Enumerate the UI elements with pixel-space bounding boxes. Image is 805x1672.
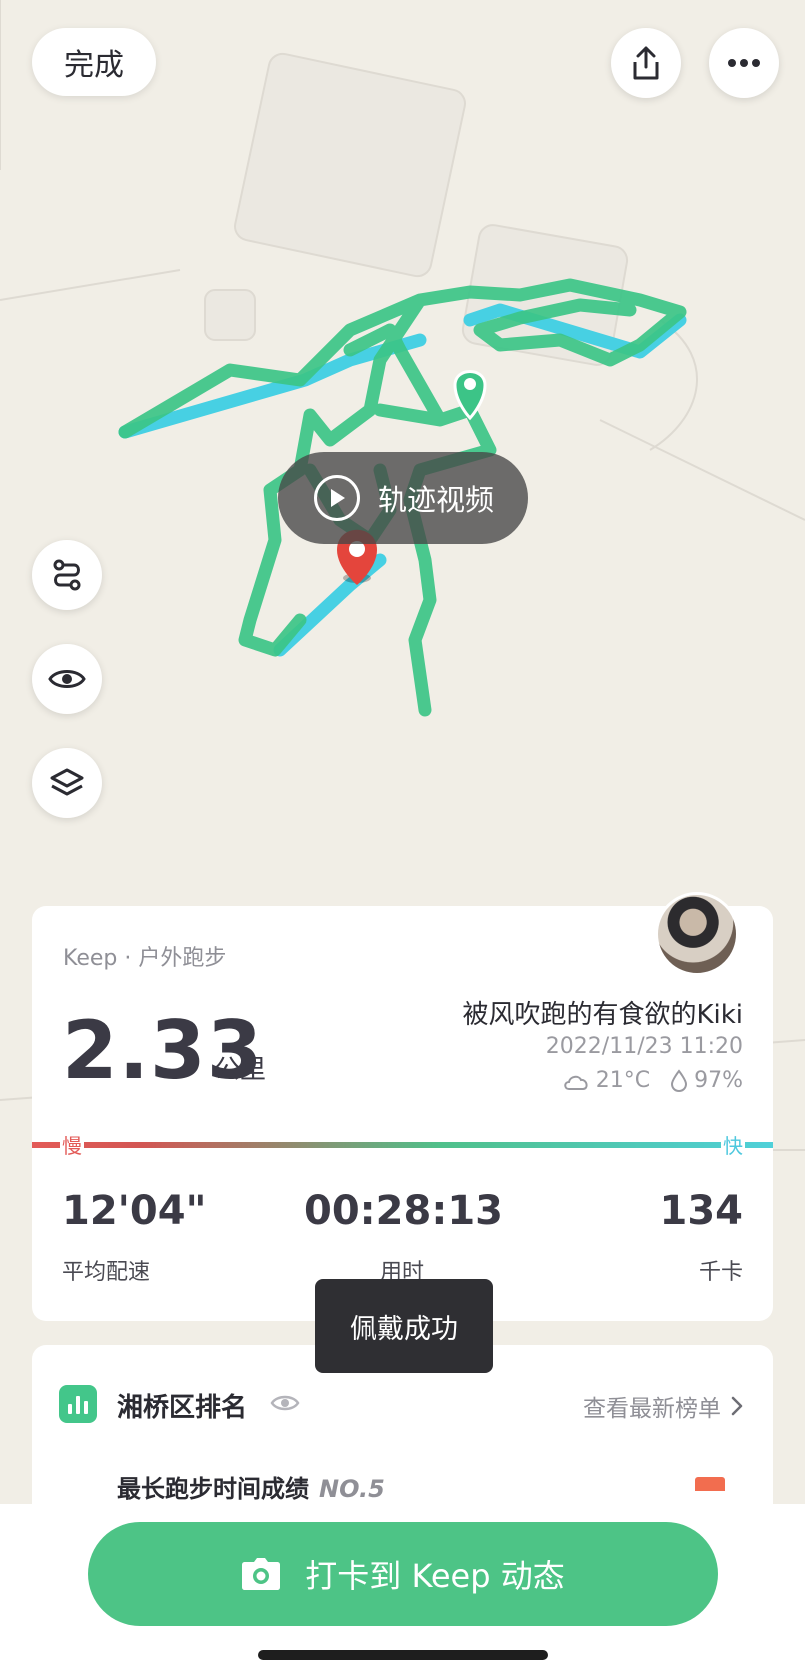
track-video-label: 轨迹视频: [378, 483, 495, 517]
run-datetime: 2022/11/23 11:20: [545, 1034, 743, 1059]
calories-value: 134: [659, 1188, 744, 1234]
checkin-button[interactable]: 打卡到 Keep 动态: [88, 1522, 718, 1626]
view-leaderboard-link[interactable]: 查看最新榜单: [583, 1389, 743, 1423]
route-button[interactable]: [32, 540, 102, 610]
duration-value: 00:28:13: [304, 1188, 503, 1234]
pace-gradient-bar: [32, 1142, 773, 1148]
run-summary-card: Keep · 户外跑步 2.33 公里 被风吹跑的有食欲的Kiki 2022/1…: [32, 892, 773, 1321]
bottom-action-bar: 打卡到 Keep 动态: [0, 1504, 805, 1672]
avg-pace-label: 平均配速: [62, 1260, 151, 1285]
eye-icon: [48, 670, 86, 688]
camera-icon: [242, 1558, 281, 1590]
visibility-button[interactable]: [32, 644, 102, 714]
ranking-record-rank: NO.5: [319, 1475, 385, 1503]
toast-message: 佩戴成功: [315, 1279, 493, 1373]
pace-slow-label: 慢: [60, 1130, 84, 1159]
distance-unit: 公里: [214, 1055, 267, 1085]
home-indicator[interactable]: [258, 1650, 548, 1660]
share-icon: [633, 46, 659, 80]
ranking-title: 湘桥区排名: [117, 1393, 248, 1423]
chevron-right-icon: [731, 1396, 743, 1416]
share-button[interactable]: [611, 28, 681, 98]
done-button[interactable]: 完成: [32, 28, 156, 96]
track-video-button[interactable]: 轨迹视频: [278, 452, 528, 544]
avatar[interactable]: [655, 892, 739, 976]
play-icon: [314, 475, 360, 521]
ranking-record-label: 最长跑步时间成绩: [117, 1475, 309, 1503]
medal-icon: [695, 1477, 725, 1491]
weather-info: 21°C 97%: [562, 1068, 743, 1093]
activity-source: Keep · 户外跑步: [63, 946, 227, 971]
humidity-icon: [671, 1068, 688, 1092]
ranking-record[interactable]: 最长跑步时间成绩 NO.5: [117, 1469, 385, 1504]
calories-label: 千卡: [698, 1260, 743, 1285]
checkin-label: 打卡到 Keep 动态: [305, 1557, 565, 1595]
username[interactable]: 被风吹跑的有食欲的Kiki: [462, 994, 743, 1031]
humidity: 97%: [694, 1068, 743, 1093]
avg-pace-value: 12'04": [62, 1188, 207, 1234]
eye-icon[interactable]: [270, 1393, 300, 1413]
ranking-chart-icon: [59, 1385, 97, 1423]
pace-fast-label: 快: [721, 1130, 745, 1159]
temperature: 21°C: [595, 1068, 651, 1093]
view-leaderboard-label: 查看最新榜单: [583, 1396, 721, 1422]
cloud-icon: [564, 1075, 588, 1090]
more-icon: [728, 59, 760, 67]
more-button[interactable]: [709, 28, 779, 98]
layers-button[interactable]: [32, 748, 102, 818]
layers-icon: [50, 768, 84, 796]
route-icon: [53, 559, 81, 591]
